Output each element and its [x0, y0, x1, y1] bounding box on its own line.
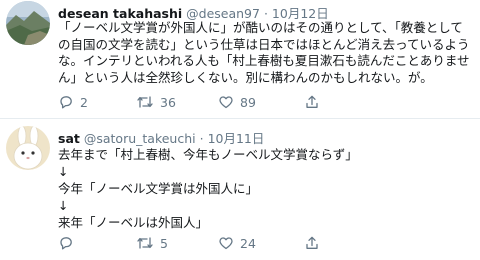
- display-name[interactable]: desean takahashi: [58, 6, 182, 21]
- retweet-count: 5: [160, 235, 168, 251]
- retweet-icon: [137, 96, 153, 108]
- tweet-text: 「ノーベル文学賞が外国人に」が酷いのはその通りとして、「教養として の自国の文学…: [58, 20, 474, 86]
- arrow-line: ↓: [58, 164, 69, 179]
- rabbit-avatar-icon: [6, 126, 50, 170]
- tweet-text-line: の自国の文学を読む」という仕草は日本ではほとんど消え去っているよう: [58, 36, 470, 52]
- retweet-count: 36: [160, 94, 176, 110]
- reply-button[interactable]: 2: [58, 93, 88, 111]
- tweet-text: 去年まで「村上春樹、今年もノーベル文学賞ならず」 ↓ 今年「ノーベル文学賞は外国…: [58, 146, 474, 231]
- tweet-text-line: 今年「ノーベル文学賞は外国人に」: [58, 181, 259, 196]
- tweet-desean[interactable]: desean takahashi @desean97 · 10月12日 「ノーベ…: [0, 0, 480, 118]
- arrow-line: ↓: [58, 198, 69, 213]
- reply-count: 2: [80, 94, 88, 110]
- like-button[interactable]: 24: [218, 234, 256, 252]
- retweet-icon: [137, 237, 153, 249]
- avatar[interactable]: [6, 1, 50, 45]
- tweet-sat[interactable]: sat @satoru_takeuchi · 10月11日 去年まで「村上春樹、…: [0, 120, 480, 260]
- tweet-date[interactable]: 10月12日: [272, 6, 329, 21]
- like-button[interactable]: 89: [218, 93, 256, 111]
- retweet-button[interactable]: 5: [136, 234, 168, 252]
- tweet-actions: 5 24: [58, 234, 358, 252]
- share-button[interactable]: [304, 234, 320, 252]
- tweet-header: sat @satoru_takeuchi · 10月11日: [58, 128, 264, 147]
- retweet-button[interactable]: 36: [136, 93, 176, 111]
- heart-icon: [219, 237, 233, 250]
- reply-icon: [60, 237, 72, 250]
- reply-icon: [60, 96, 72, 109]
- separator-dot: ·: [199, 131, 204, 146]
- tweet-text-line: 「ノーベル文学賞が外国人に」が酷いのはその通りとして、「教養として: [58, 20, 463, 35]
- tweet-date[interactable]: 10月11日: [208, 131, 265, 146]
- user-handle[interactable]: @satoru_takeuchi: [84, 131, 196, 146]
- reply-button[interactable]: [58, 234, 74, 252]
- like-count: 24: [240, 235, 256, 251]
- share-button[interactable]: [304, 93, 320, 111]
- tweet-actions: 2 36 89: [58, 93, 358, 111]
- avatar[interactable]: [6, 126, 50, 170]
- landscape-avatar-icon: [6, 1, 50, 45]
- separator-dot: ·: [263, 6, 268, 21]
- tweet-text-line: な。インテリといわれる人も「村上春樹も夏目漱石も読んだことありませ: [58, 53, 470, 68]
- tweet-divider: [0, 118, 480, 119]
- share-icon: [306, 236, 318, 249]
- user-handle[interactable]: @desean97: [186, 6, 260, 21]
- heart-icon: [219, 96, 233, 109]
- tweet-text-line: 来年「ノーベルは外国人」: [58, 215, 209, 230]
- share-icon: [306, 95, 318, 108]
- like-count: 89: [240, 94, 256, 110]
- display-name[interactable]: sat: [58, 131, 80, 146]
- tweet-text-line: ん」という人は全然珍しくない。別に構わんのかもしれない。が。: [58, 69, 433, 85]
- tweet-text-line: 去年まで「村上春樹、今年もノーベル文学賞ならず」: [58, 147, 358, 162]
